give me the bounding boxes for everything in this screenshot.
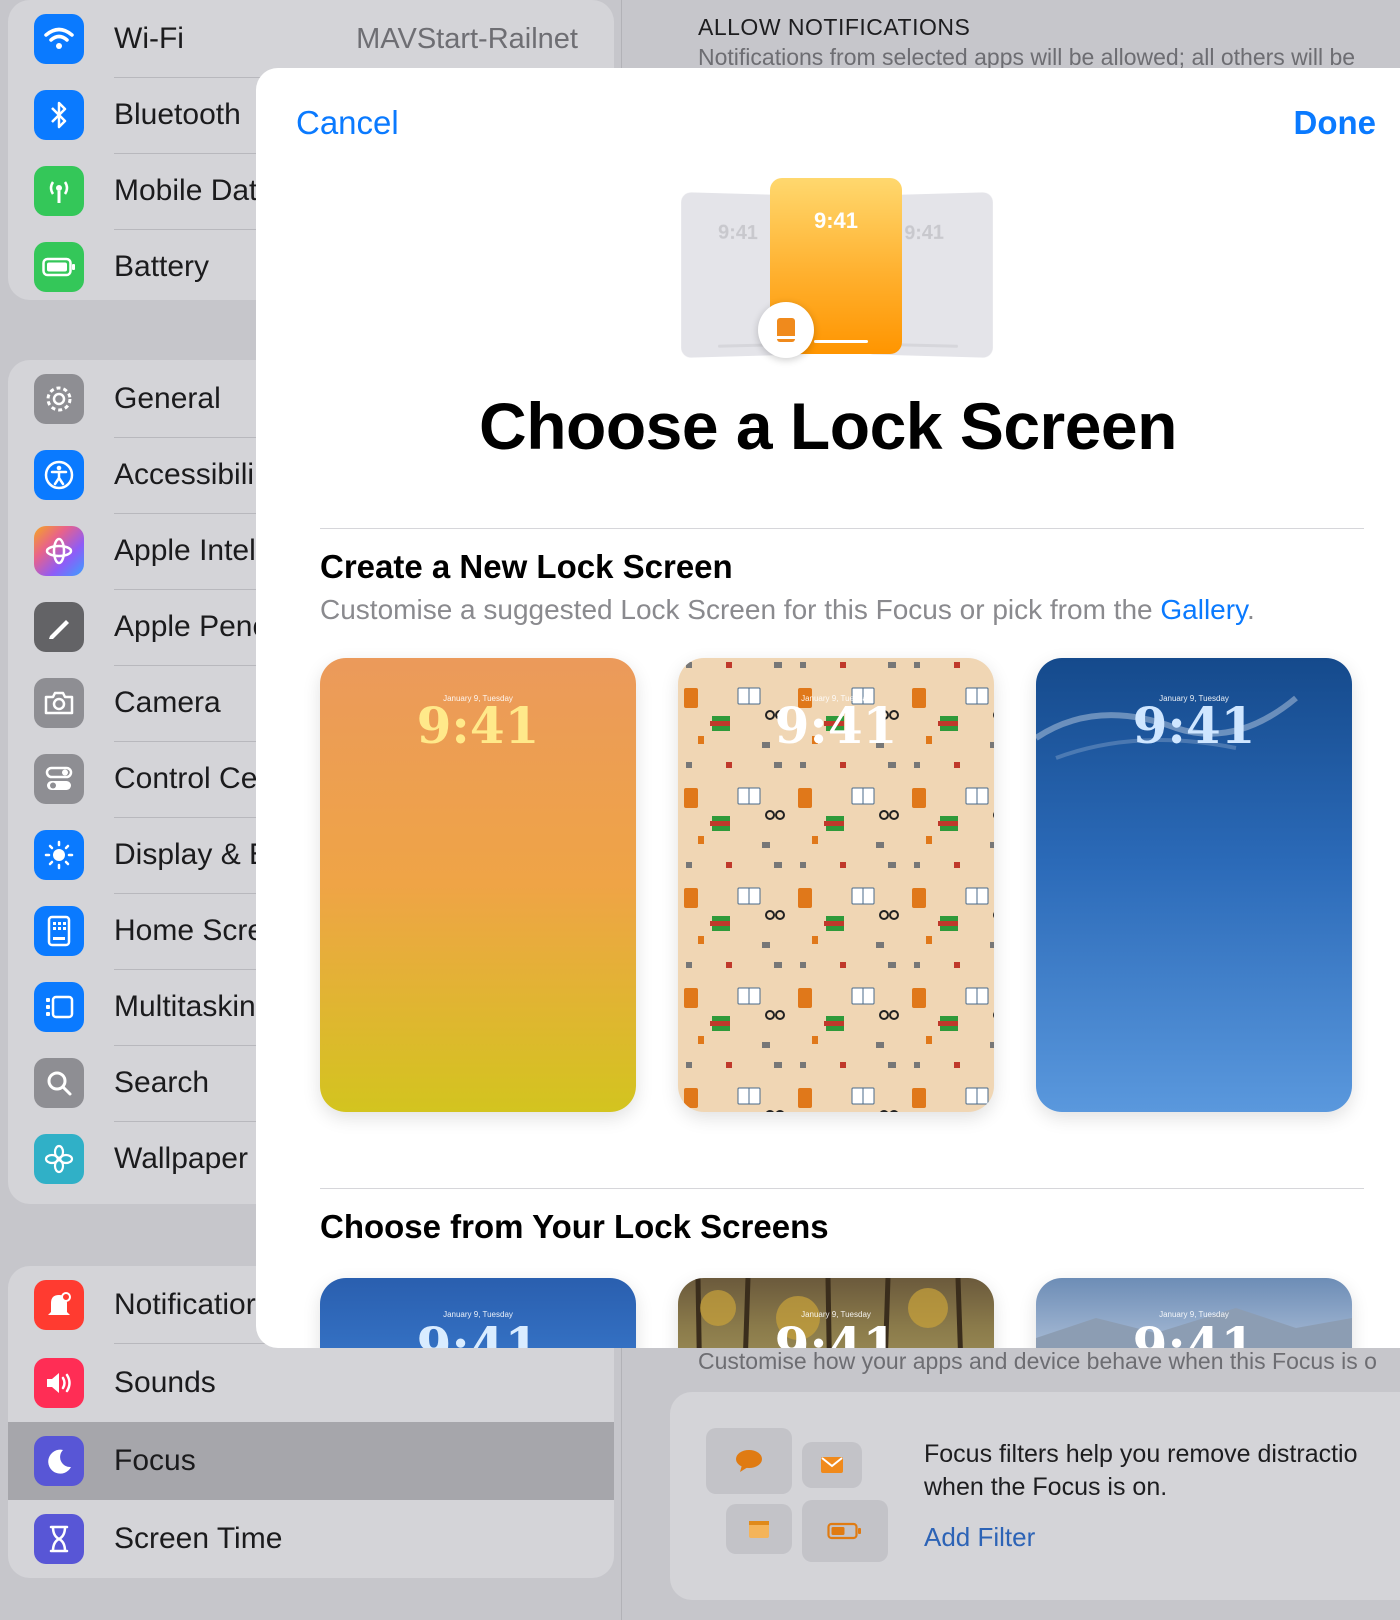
add-filter-link[interactable]: Add Filter [924, 1522, 1035, 1553]
battery-status-icon [802, 1500, 888, 1562]
sidebar-item-label: Control Ce [114, 762, 258, 795]
existing-lock-screen-mountains[interactable]: January 9, Tuesday 9:41 [1036, 1278, 1352, 1348]
apple-intelligence-icon [34, 526, 84, 576]
wifi-icon [34, 14, 84, 64]
choose-lock-screen-sheet: Cancel Done 9:41 9:41 9:41 Choose a Lock… [256, 68, 1400, 1348]
create-section-description: Customise a suggested Lock Screen for th… [320, 594, 1255, 625]
mail-icon [802, 1442, 862, 1488]
your-lock-screens-title: Choose from Your Lock Screens [320, 1208, 829, 1245]
sidebar-item-label: Apple Penc [114, 610, 268, 643]
flower-icon [34, 1134, 84, 1184]
gallery-link[interactable]: Gallery [1160, 594, 1247, 625]
focus-filters-text: Focus filters help you remove distractio… [924, 1440, 1358, 1501]
cancel-button[interactable]: Cancel [296, 104, 399, 142]
book-icon [758, 302, 814, 358]
allow-notifications-description: Notifications from selected apps will be… [698, 44, 1356, 70]
allow-notifications-heading: ALLOW NOTIFICATIONS [698, 14, 971, 40]
sidebar-item-label: Bluetooth [114, 98, 241, 131]
moon-icon [34, 1436, 84, 1486]
hourglass-icon [34, 1514, 84, 1564]
antenna-icon [34, 166, 84, 216]
calendar-icon [726, 1504, 792, 1554]
sidebar-item-sounds[interactable]: Sounds [8, 1344, 614, 1422]
wifi-network-name: MAVStart-Railnet [356, 22, 578, 55]
sidebar-item-label: Wi-Fi [114, 22, 184, 55]
pencil-icon [34, 602, 84, 652]
focus-filters-description: Customise how your apps and device behav… [698, 1348, 1377, 1374]
sidebar-item-label: Display & E [114, 838, 270, 871]
suggested-lock-screen-orange[interactable]: January 9, Tuesday 9:41 [320, 658, 636, 1112]
home-screen-icon [34, 906, 84, 956]
sidebar-item-label: Camera [114, 686, 221, 719]
sidebar-item-label: Notificatior [114, 1288, 256, 1321]
multitasking-icon [34, 982, 84, 1032]
sidebar-item-label: Mobile Dat [114, 174, 258, 207]
sidebar-item-focus[interactable]: Focus [8, 1422, 614, 1500]
existing-lock-screen-forest[interactable]: January 9, Tuesday 9:41 [678, 1278, 994, 1348]
message-icon [706, 1428, 792, 1494]
sidebar-item-label: Home Scre [114, 914, 265, 947]
sidebar-item-label: General [114, 382, 221, 415]
sheet-title: Choose a Lock Screen [479, 389, 1177, 463]
sidebar-item-label: Accessibili [114, 458, 255, 491]
sidebar-item-label: Focus [114, 1444, 196, 1477]
existing-lock-screen-blue[interactable]: January 9, Tuesday 9:41 [320, 1278, 636, 1348]
accessibility-icon [34, 450, 84, 500]
bluetooth-icon [34, 90, 84, 140]
sidebar-item-screen-time[interactable]: Screen Time [8, 1500, 614, 1578]
suggested-lock-screen-books[interactable]: January 9, Tuesday 9:41 [678, 658, 994, 1112]
sun-icon [34, 830, 84, 880]
lock-screen-illustration: 9:41 9:41 9:41 [681, 178, 993, 368]
bell-icon [34, 1280, 84, 1330]
camera-icon [34, 678, 84, 728]
sidebar-item-label: Apple Intel [114, 534, 256, 567]
battery-icon [34, 242, 84, 292]
sidebar-item-label: Multitaskin [114, 990, 256, 1023]
sidebar-item-label: Sounds [114, 1366, 216, 1399]
sidebar-item-label: Screen Time [114, 1522, 283, 1555]
sidebar-item-label: Search [114, 1066, 210, 1099]
speaker-icon [34, 1358, 84, 1408]
suggested-lock-screen-sky[interactable]: January 9, Tuesday 9:41 [1036, 658, 1352, 1112]
sidebar-item-label: Wallpaper [114, 1142, 248, 1175]
gear-icon [34, 374, 84, 424]
create-section-title: Create a New Lock Screen [320, 548, 733, 585]
search-icon [34, 1058, 84, 1108]
toggles-icon [34, 754, 84, 804]
sidebar-item-label: Battery [114, 250, 210, 283]
sidebar-item-wifi[interactable]: Wi-Fi MAVStart-Railnet [8, 0, 614, 78]
done-button[interactable]: Done [1294, 104, 1377, 142]
